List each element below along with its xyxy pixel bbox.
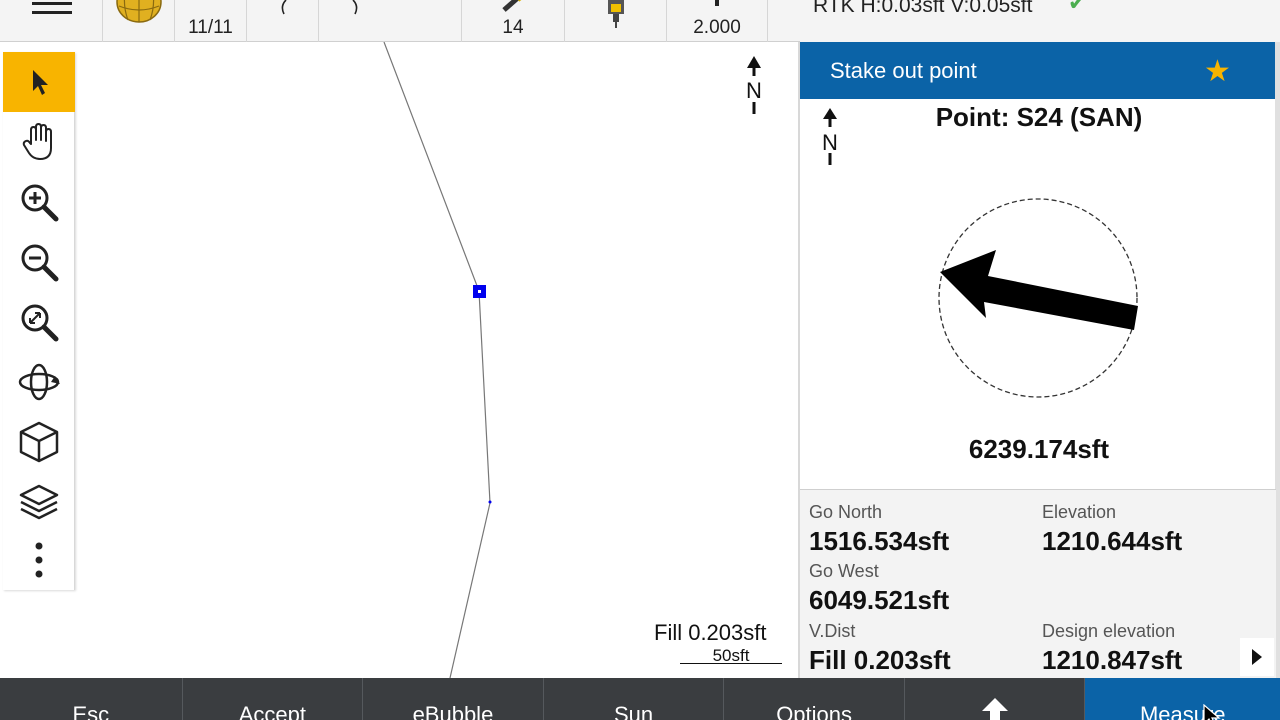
scale-bar: 50sft bbox=[680, 646, 782, 665]
layers-button[interactable] bbox=[3, 472, 75, 532]
menu-button[interactable] bbox=[0, 0, 103, 42]
more-vertical-icon bbox=[35, 542, 43, 578]
star-icon[interactable]: ★ bbox=[1204, 54, 1231, 89]
go-north-value: 1516.534sft bbox=[809, 526, 950, 556]
vdist-value: Fill 0.203sft bbox=[809, 645, 951, 675]
rtk-status-text: RTK H:0.03sft V:0.05sft bbox=[813, 0, 1033, 17]
zoom-out-icon bbox=[21, 244, 59, 282]
more-tools-button[interactable] bbox=[3, 530, 75, 590]
check-icon: ✔ bbox=[1068, 0, 1087, 15]
zoom-extents-button[interactable] bbox=[3, 292, 75, 352]
gnss-status[interactable] bbox=[103, 0, 175, 42]
map-fill-text: Fill 0.203sft bbox=[654, 620, 767, 645]
satellite-count[interactable]: 11/11 bbox=[175, 0, 247, 42]
north-arrow-label: N bbox=[746, 78, 762, 103]
antenna-height-icon bbox=[715, 0, 719, 6]
zoom-in-button[interactable] bbox=[3, 172, 75, 232]
curve-left-status[interactable] bbox=[247, 0, 319, 42]
cube-view-icon bbox=[19, 421, 59, 463]
antenna-status[interactable] bbox=[565, 0, 667, 42]
vertex-point bbox=[488, 500, 492, 504]
map-linework bbox=[383, 42, 492, 678]
satellite-count-value: 11/11 bbox=[188, 17, 233, 38]
mouse-cursor-icon bbox=[1203, 704, 1221, 720]
go-west-value: 6049.521sft bbox=[809, 585, 950, 615]
target-status[interactable]: 14 bbox=[462, 0, 565, 42]
antenna-icon bbox=[608, 0, 624, 28]
vdist-label: V.Dist bbox=[809, 621, 856, 641]
select-tool-button[interactable] bbox=[3, 52, 75, 112]
measure-button[interactable]: Measure bbox=[1085, 678, 1280, 720]
shift-button[interactable] bbox=[905, 678, 1086, 720]
menu-icon bbox=[32, 2, 72, 14]
direction-arrow-icon bbox=[940, 250, 1138, 330]
sun-button[interactable]: Sun bbox=[544, 678, 725, 720]
curve-left-icon bbox=[281, 0, 287, 15]
stakeout-deltas: Go North 1516.534sft Elevation 1210.644s… bbox=[800, 489, 1276, 678]
options-button[interactable]: Options bbox=[724, 678, 905, 720]
esc-button[interactable]: Esc bbox=[0, 678, 183, 720]
curve-right-icon bbox=[352, 0, 358, 15]
play-right-icon bbox=[1252, 649, 1262, 665]
accept-button[interactable]: Accept bbox=[183, 678, 364, 720]
up-arrow-icon bbox=[981, 698, 1008, 720]
prism-target-icon bbox=[502, 0, 522, 12]
pan-hand-icon bbox=[22, 123, 52, 160]
pan-tool-button[interactable] bbox=[3, 112, 75, 172]
ebubble-button[interactable]: eBubble bbox=[363, 678, 544, 720]
elevation-value: 1210.644sft bbox=[1042, 526, 1183, 556]
map-toolbar bbox=[3, 52, 75, 590]
north-arrow-icon: N bbox=[746, 56, 762, 114]
zoom-out-button[interactable] bbox=[3, 232, 75, 292]
orbit-button[interactable] bbox=[3, 352, 75, 412]
softkey-bar: Esc Accept eBubble Sun Options Measure bbox=[0, 678, 1280, 720]
design-elevation-value: 1210.847sft bbox=[1042, 645, 1183, 675]
3d-view-button[interactable] bbox=[3, 412, 75, 472]
go-west-label: Go West bbox=[809, 561, 879, 581]
panel-north-label: N bbox=[822, 130, 838, 155]
zoom-extents-icon bbox=[21, 304, 59, 342]
esc-label: Esc bbox=[72, 702, 110, 720]
north-arrow-icon: N bbox=[822, 108, 838, 165]
layers-icon bbox=[19, 484, 59, 520]
antenna-height-value: 2.000 bbox=[693, 17, 741, 38]
panel-title: Stake out point bbox=[830, 58, 977, 83]
design-elevation-label: Design elevation bbox=[1042, 621, 1176, 641]
distance-to-point: 6239.174sft bbox=[968, 434, 1110, 464]
go-north-label: Go North bbox=[809, 502, 883, 522]
orbit-icon bbox=[18, 363, 60, 401]
target-count-value: 14 bbox=[502, 17, 524, 38]
next-page-button[interactable] bbox=[1240, 638, 1274, 676]
elevation-label: Elevation bbox=[1042, 502, 1117, 522]
stake-point-marker[interactable] bbox=[473, 285, 486, 298]
gnss-globe-icon bbox=[116, 0, 162, 23]
panel-header: Stake out point ★ bbox=[800, 42, 1278, 99]
stakeout-compass bbox=[938, 198, 1138, 398]
zoom-in-icon bbox=[21, 184, 59, 222]
antenna-height-status[interactable]: 2.000 bbox=[667, 0, 768, 42]
pointer-icon bbox=[33, 70, 48, 95]
rtk-status-area[interactable]: RTK H:0.03sft V:0.05sft ✔ bbox=[800, 0, 1280, 42]
options-label: Options bbox=[776, 702, 853, 720]
point-title: Point: S24 (SAN) bbox=[935, 102, 1143, 132]
alignment-line bbox=[383, 42, 491, 678]
ebubble-label: eBubble bbox=[412, 702, 494, 720]
map-view[interactable] bbox=[0, 42, 798, 678]
sun-label: Sun bbox=[613, 702, 654, 720]
curve-right-status[interactable] bbox=[319, 0, 462, 42]
accept-label: Accept bbox=[238, 702, 306, 720]
